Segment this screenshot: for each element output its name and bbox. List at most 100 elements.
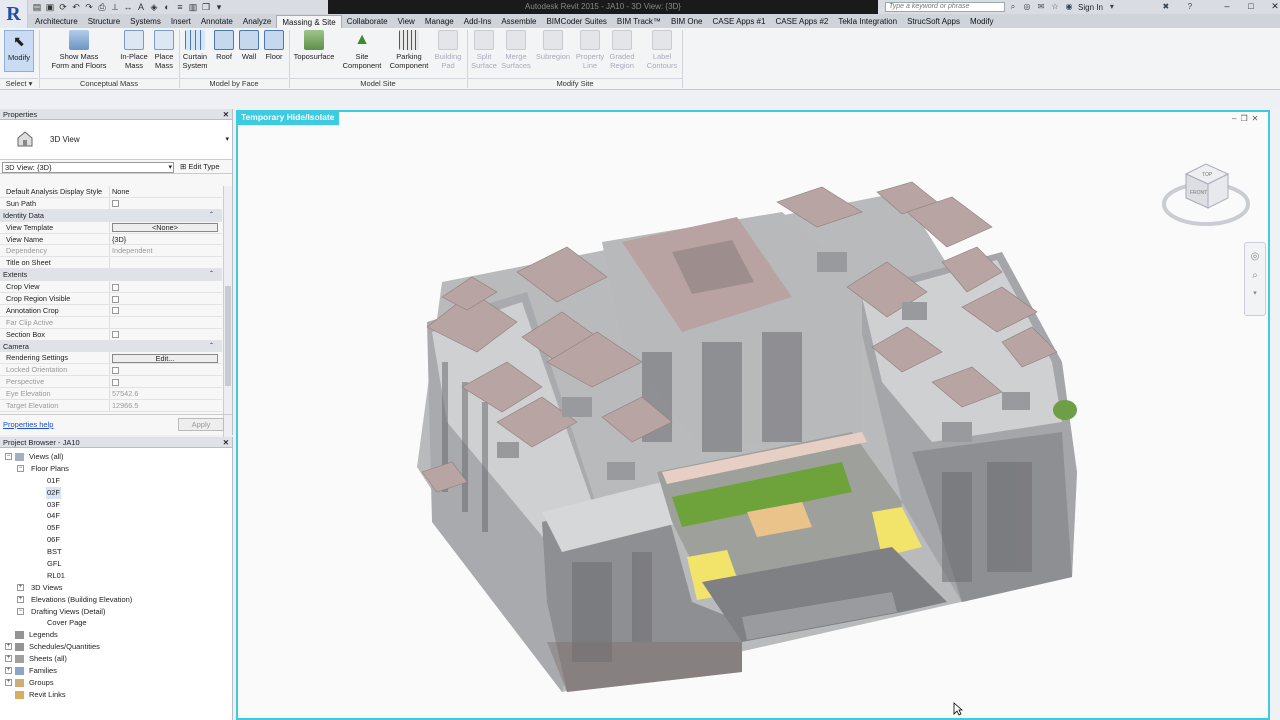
property-button[interactable]: <None> (112, 223, 218, 233)
expand-icon[interactable]: + (17, 583, 24, 591)
tab-case-apps-2[interactable]: CASE Apps #2 (770, 15, 833, 28)
property-value[interactable] (110, 257, 222, 268)
browser-node[interactable]: + Sheets (all) (0, 653, 232, 665)
property-value[interactable]: Edit... (110, 352, 222, 364)
browser-node[interactable]: 02F (0, 486, 232, 499)
checkbox[interactable] (112, 200, 119, 208)
minimize-icon[interactable]: – (1218, 1, 1236, 12)
print-icon[interactable]: ⎙ (97, 2, 107, 12)
maximize-icon[interactable]: □ (1242, 1, 1260, 12)
type-selector[interactable]: 3D View ▾ (0, 120, 232, 160)
close-icon[interactable]: ✕ (223, 109, 229, 120)
properties-help-link[interactable]: Properties help (3, 420, 53, 429)
section-icon[interactable]: ◐ (162, 2, 172, 12)
browser-node[interactable]: +3D Views (0, 582, 232, 594)
browser-node[interactable]: + Elevations (Building Elevation) (0, 594, 232, 606)
close-icon[interactable]: ✕ (1252, 114, 1259, 123)
collapse-icon[interactable]: − (5, 453, 12, 460)
browser-node[interactable]: 01F (0, 475, 232, 487)
sign-in-link[interactable]: Sign In (1078, 3, 1103, 12)
steering-wheel-icon[interactable]: ◎ (1245, 251, 1265, 262)
collapse-icon[interactable]: ⌃ (209, 210, 222, 221)
chevron-down-icon[interactable]: ▾ (225, 135, 229, 143)
building-model[interactable] (238, 112, 1268, 718)
redo-icon[interactable]: ↷ (84, 2, 94, 12)
communication-icon[interactable]: ✉ (1036, 2, 1046, 12)
checkbox[interactable] (112, 378, 119, 386)
tab-collaborate[interactable]: Collaborate (342, 15, 393, 28)
view-cube[interactable]: TOP FRONT (1160, 158, 1252, 236)
tab-massing-site[interactable]: Massing & Site (276, 15, 342, 28)
expand-icon[interactable]: + (17, 595, 24, 603)
merge-surfaces-button[interactable]: Merge Surfaces (500, 30, 532, 70)
browser-node[interactable]: − Drafting Views (Detail) (0, 606, 232, 618)
subscription-icon[interactable]: ◎ (1022, 2, 1032, 12)
chevron-down-icon[interactable]: ▾ (168, 163, 172, 172)
sync-icon[interactable]: ⟳ (58, 2, 68, 12)
tab-bim-one[interactable]: BIM One (666, 15, 708, 28)
binoculars-icon[interactable]: ⌕ (1008, 2, 1018, 12)
zoom-icon[interactable]: ⌕ (1245, 270, 1265, 281)
property-value[interactable]: 57542.6 (110, 388, 222, 399)
tab-manage[interactable]: Manage (420, 15, 459, 28)
browser-node[interactable]: − Views (all) (0, 451, 232, 463)
curtain-system-button[interactable]: Curtain System (180, 30, 210, 70)
property-value[interactable] (110, 198, 222, 209)
application-menu-button[interactable]: R (0, 0, 28, 28)
open-icon[interactable]: ▤ (32, 2, 42, 12)
browser-node[interactable]: − Floor Plans (0, 463, 232, 475)
undo-icon[interactable]: ↶ (71, 2, 81, 12)
graded-region-button[interactable]: Graded Region (606, 30, 638, 70)
property-value[interactable] (110, 305, 222, 316)
property-value[interactable] (110, 281, 222, 292)
user-icon[interactable]: ◉ (1064, 2, 1074, 12)
checkbox[interactable] (112, 307, 119, 315)
thin-lines-icon[interactable]: ≡ (175, 2, 185, 12)
favorites-icon[interactable]: ☆ (1050, 2, 1060, 12)
minimize-icon[interactable]: – (1232, 114, 1236, 123)
collapse-icon[interactable]: − (17, 464, 24, 472)
toposurface-button[interactable]: Toposurface (291, 30, 337, 61)
close-icon[interactable]: ✕ (223, 437, 229, 448)
expand-icon[interactable]: + (5, 667, 12, 675)
property-group[interactable]: Extents ⌃ (0, 269, 222, 282)
split-surface-button[interactable]: Split Surface (470, 30, 498, 70)
property-value[interactable]: <None> (110, 222, 222, 233)
tab-systems[interactable]: Systems (125, 15, 166, 28)
restore-icon[interactable]: ❐ (1240, 114, 1247, 123)
instance-selector[interactable]: 3D View: {3D} ▾ (2, 162, 174, 173)
browser-node[interactable]: GFL (0, 558, 232, 570)
checkbox[interactable] (112, 366, 119, 374)
tab-analyze[interactable]: Analyze (238, 15, 276, 28)
qat-dropdown-icon[interactable]: ▾ (214, 2, 224, 12)
checkbox[interactable] (112, 331, 119, 339)
expand-icon[interactable]: + (5, 643, 12, 651)
browser-node[interactable]: Revit Links (0, 689, 232, 701)
dimension-icon[interactable]: ↔ (123, 2, 133, 12)
3d-view-icon[interactable]: ◈ (149, 2, 159, 12)
checkbox[interactable] (112, 283, 119, 291)
property-value[interactable]: 12966.5 (110, 400, 222, 411)
tab-view[interactable]: View (393, 15, 420, 28)
expand-icon[interactable]: + (5, 655, 12, 663)
browser-node[interactable]: + Groups (0, 677, 232, 689)
browser-node[interactable]: 05F (0, 522, 232, 534)
tab-bim-track[interactable]: BIM Track™ (612, 15, 666, 28)
label-contours-button[interactable]: Label Contours (644, 30, 680, 70)
edit-type-button[interactable]: ⊞ Edit Type (180, 162, 220, 171)
property-value[interactable] (110, 364, 222, 375)
property-value[interactable] (110, 317, 222, 328)
tab-case-apps-1[interactable]: CASE Apps #1 (708, 15, 771, 28)
browser-node[interactable]: BST (0, 546, 232, 558)
browser-node[interactable]: RL01 (0, 570, 232, 582)
floor-by-face-button[interactable]: Floor (262, 30, 286, 61)
property-group[interactable]: Camera ⌃ (0, 340, 222, 353)
subregion-button[interactable]: Subregion (534, 30, 572, 61)
3d-viewport[interactable] (236, 110, 1270, 720)
property-value[interactable] (110, 293, 222, 304)
save-icon[interactable]: ▣ (45, 2, 55, 12)
browser-node[interactable]: + Families (0, 665, 232, 677)
wall-by-face-button[interactable]: Wall (237, 30, 261, 61)
switch-windows-icon[interactable]: ❐ (201, 2, 211, 12)
property-value[interactable]: Independent (110, 245, 222, 256)
